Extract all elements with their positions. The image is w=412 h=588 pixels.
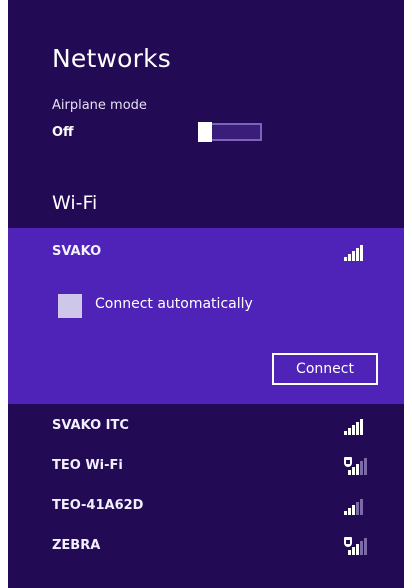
wifi-signal-icon (344, 243, 368, 261)
network-name: TEO-41A62D (52, 498, 144, 513)
network-name: SVAKO ITC (52, 418, 129, 433)
connect-automatically-label: Connect automatically (95, 296, 253, 312)
wifi-signal-icon (344, 417, 368, 435)
network-row-svako-itc[interactable]: SVAKO ITC (8, 406, 404, 446)
networks-panel: Networks Airplane mode Off Wi-Fi SVAKO C… (8, 0, 404, 588)
network-row-teo-wifi[interactable]: TEO Wi-Fi (8, 446, 404, 486)
wifi-section-title: Wi-Fi (52, 192, 98, 214)
network-name: SVAKO (52, 244, 102, 259)
networks-title: Networks (52, 44, 172, 73)
secured-wifi-signal-icon (344, 457, 368, 475)
network-row-teo-41a62d[interactable]: TEO-41A62D (8, 486, 404, 526)
secured-wifi-signal-icon (344, 537, 368, 555)
airplane-mode-state: Off (52, 125, 74, 140)
network-name: ZEBRA (52, 538, 101, 553)
network-name: TEO Wi-Fi (52, 458, 123, 473)
airplane-mode-label: Airplane mode (52, 98, 147, 113)
network-row-svako[interactable]: SVAKO (8, 232, 404, 272)
toggle-thumb (198, 122, 212, 142)
wifi-signal-icon (344, 497, 368, 515)
airplane-mode-toggle[interactable] (198, 122, 262, 142)
connect-automatically-checkbox[interactable] (58, 294, 82, 318)
connect-button[interactable]: Connect (272, 353, 378, 385)
network-row-zebra[interactable]: ZEBRA (8, 526, 404, 566)
